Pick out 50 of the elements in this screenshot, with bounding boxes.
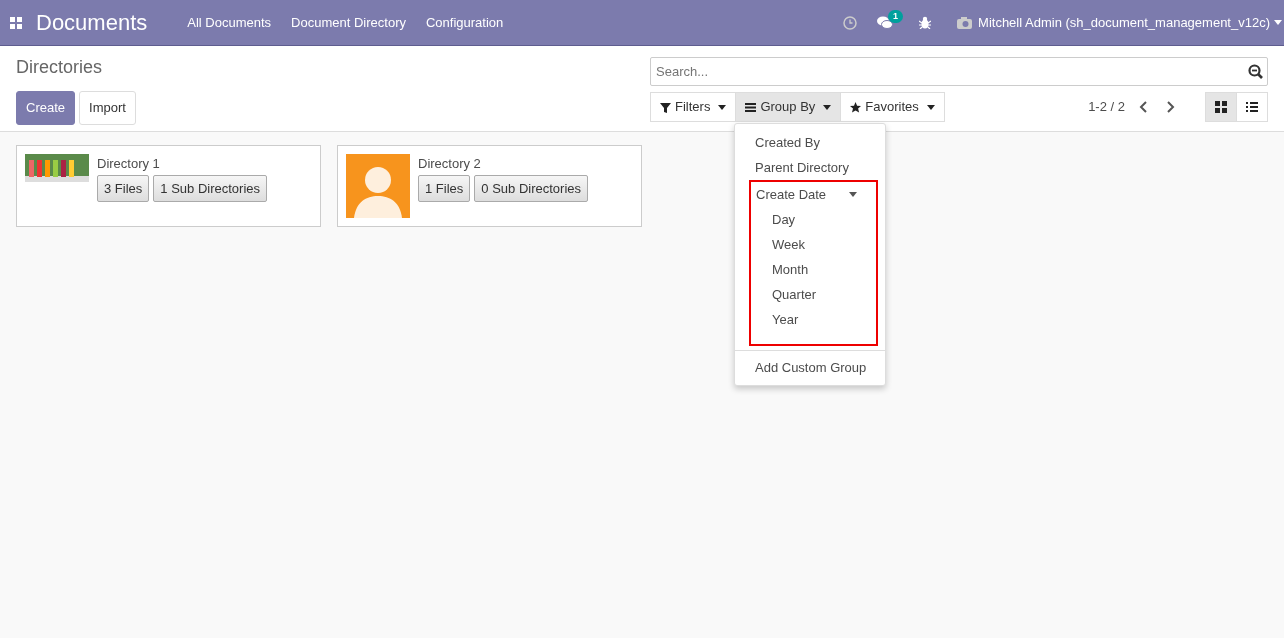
dropdown-item[interactable]: Created By	[735, 130, 885, 155]
dropdown-subitem[interactable]: Quarter	[751, 282, 876, 307]
dropdown-item[interactable]: Create Date	[751, 182, 876, 207]
camera-icon	[957, 16, 973, 29]
pager-value: 1-2 / 2	[1088, 98, 1125, 117]
grid-icon	[1215, 101, 1227, 113]
import-button[interactable]: Import	[79, 91, 136, 125]
create-button[interactable]: Create	[16, 91, 76, 125]
subdirectories-count-button[interactable]: 0 Sub Directories	[474, 174, 588, 202]
next-icon[interactable]	[1167, 101, 1175, 113]
apps-menu-icon[interactable]	[10, 16, 22, 29]
list-icon	[745, 101, 757, 113]
directory-card[interactable]: Directory 2 1 Files 0 Sub Directories	[337, 145, 642, 227]
dropdown-subitem[interactable]: Year	[751, 307, 876, 332]
files-count-button[interactable]: 1 Files	[418, 174, 471, 202]
breadcrumb-title: Directories	[16, 56, 104, 79]
avatar-placeholder	[346, 154, 410, 218]
menu-link[interactable]: Document Directory	[291, 12, 406, 33]
dropdown-item[interactable]: Parent Directory	[735, 155, 885, 180]
star-icon	[850, 101, 862, 113]
search-option-button[interactable]: Group By	[735, 92, 842, 122]
dropdown-subitem[interactable]: Month	[751, 257, 876, 282]
directory-title[interactable]: Directory 2	[418, 154, 588, 174]
app-title: Documents	[36, 9, 148, 37]
kanban-view-button[interactable]	[1205, 92, 1237, 122]
search-icon[interactable]	[1248, 64, 1263, 79]
dropdown-item[interactable]: Add Custom Group	[735, 355, 885, 380]
dropdown-subitem[interactable]: Week	[751, 232, 876, 257]
caret-icon	[718, 104, 727, 110]
search-field[interactable]: Search...	[650, 57, 1268, 86]
message-count-badge: 1	[888, 9, 904, 23]
files-count-button[interactable]: 3 Files	[97, 174, 150, 202]
caret-icon[interactable]	[1274, 20, 1282, 25]
subdirectories-count-button[interactable]: 1 Sub Directories	[153, 174, 267, 202]
photo-placeholder	[25, 154, 89, 182]
previous-icon[interactable]	[1139, 101, 1147, 113]
menu-link[interactable]: Configuration	[425, 12, 504, 33]
directory-card[interactable]: Directory 1 3 Files 1 Sub Directories	[16, 145, 321, 227]
search-option-button[interactable]: Favorites	[840, 92, 945, 122]
dropdown-subitem[interactable]: Day	[751, 207, 876, 232]
list-view-button[interactable]	[1236, 92, 1268, 122]
list-icon	[1246, 101, 1258, 113]
bug-icon[interactable]	[919, 16, 932, 29]
caret-icon	[926, 104, 935, 110]
directory-title[interactable]: Directory 1	[97, 154, 267, 174]
caret-icon	[823, 104, 832, 110]
user-menu[interactable]: Mitchell Admin (sh_document_management_v12c)	[978, 12, 1270, 33]
filter-icon	[660, 101, 671, 113]
menu-link[interactable]: All Documents	[187, 12, 272, 33]
search-option-button[interactable]: Filters	[650, 92, 737, 122]
